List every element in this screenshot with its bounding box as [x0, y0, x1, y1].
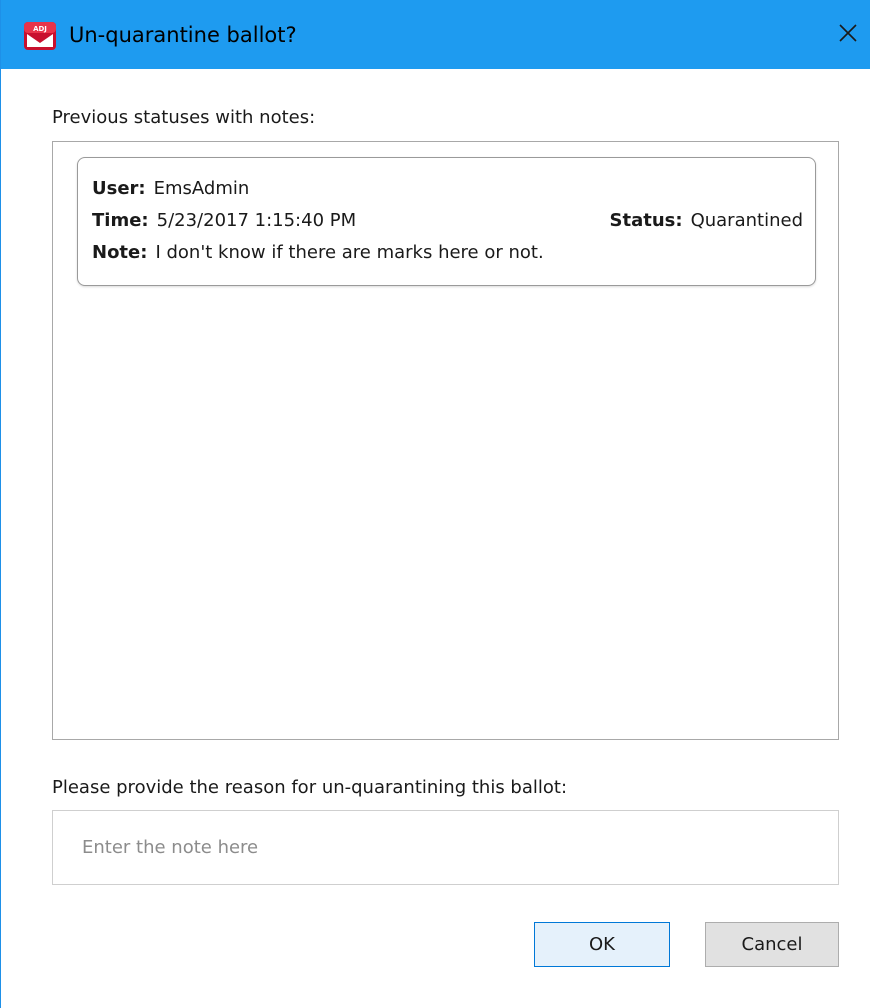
note-status-row: Status: Quarantined: [610, 208, 803, 234]
note-time-row: Time: 5/23/2017 1:15:40 PM: [92, 208, 356, 234]
note-text-value: I don't know if there are marks here or …: [155, 242, 544, 263]
reason-note-input[interactable]: [52, 810, 839, 885]
svg-text:ADJ: ADJ: [33, 25, 47, 33]
dialog-window: ADJ Un-quarantine ballot? Previous statu…: [0, 0, 870, 1008]
previous-statuses-label: Previous statuses with notes:: [52, 107, 316, 128]
note-text-label: Note:: [92, 242, 148, 263]
note-user-row: User: EmsAdmin: [92, 176, 249, 202]
note-time-label: Time:: [92, 210, 149, 231]
note-user-label: User:: [92, 178, 146, 199]
cancel-button[interactable]: Cancel: [705, 922, 839, 967]
note-time-value: 5/23/2017 1:15:40 PM: [156, 210, 357, 231]
status-notes-list[interactable]: User: EmsAdmin Time: 5/23/2017 1:15:40 PM …: [52, 141, 839, 740]
note-user-value: EmsAdmin: [153, 178, 250, 199]
window-title: Un-quarantine ballot?: [69, 23, 297, 47]
close-icon: [838, 23, 858, 47]
note-status-label: Status:: [609, 210, 683, 231]
reason-label: Please provide the reason for un-quarant…: [52, 777, 568, 798]
title-bar[interactable]: ADJ Un-quarantine ballot?: [1, 0, 870, 69]
status-note-card: User: EmsAdmin Time: 5/23/2017 1:15:40 PM …: [77, 157, 816, 286]
note-text-row: Note: I don't know if there are marks her…: [92, 240, 544, 266]
note-status-value: Quarantined: [690, 210, 803, 231]
ok-button[interactable]: OK: [534, 922, 670, 967]
ballot-app-icon: ADJ: [23, 21, 57, 51]
close-button[interactable]: [825, 0, 870, 69]
